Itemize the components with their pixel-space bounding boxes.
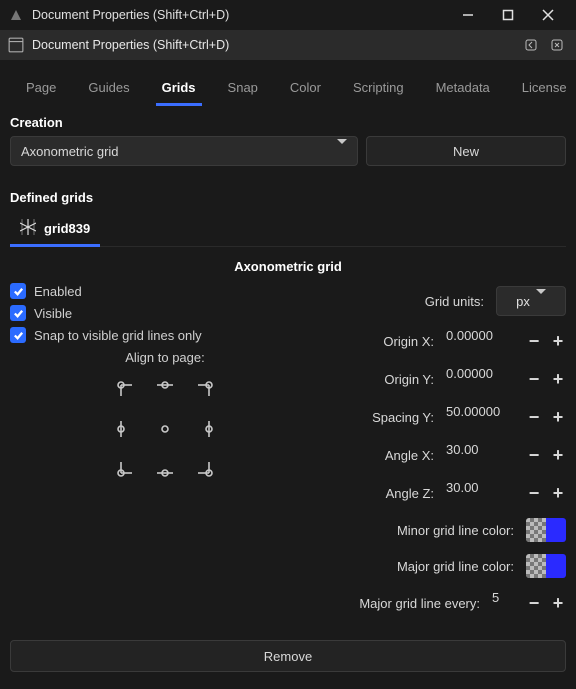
tab-row: Page Guides Grids Snap Color Scripting M… [0, 60, 576, 105]
grid-left-column: Enabled Visible Snap to visible grid lin… [10, 280, 320, 622]
chevron-down-icon [536, 294, 546, 309]
tab-metadata[interactable]: Metadata [420, 70, 506, 105]
spacing-y-input[interactable]: 50.00000 [446, 404, 516, 430]
origin-x-label: Origin X: [320, 334, 438, 349]
creation-label: Creation [0, 105, 576, 136]
creation-row: Axonometric grid New [0, 136, 576, 180]
checkmark-icon [10, 283, 26, 299]
angle-z-increment[interactable]: + [550, 480, 566, 506]
angle-x-decrement[interactable]: − [526, 442, 542, 468]
origin-y-input[interactable]: 0.00000 [446, 366, 516, 392]
snap-visible-label: Snap to visible grid lines only [34, 328, 202, 343]
visible-checkbox[interactable]: Visible [10, 302, 320, 324]
spacing-y-decrement[interactable]: − [526, 404, 542, 430]
grid-units-value: px [516, 294, 530, 309]
enabled-checkbox[interactable]: Enabled [10, 280, 320, 302]
os-window-title: Document Properties (Shift+Ctrl+D) [32, 8, 448, 22]
dialog-icon [8, 37, 24, 53]
dialog-close-icon[interactable] [546, 36, 568, 54]
align-top-left[interactable] [105, 369, 145, 409]
major-every-input[interactable]: 5 [492, 590, 516, 616]
minor-color-label: Minor grid line color: [320, 523, 518, 538]
align-top-right[interactable] [185, 369, 225, 409]
axonometric-grid-icon [20, 219, 36, 238]
minimize-button[interactable] [448, 0, 488, 30]
align-top-center[interactable] [145, 369, 185, 409]
defined-grid-tab[interactable]: grid839 [10, 211, 100, 246]
checker-icon [526, 554, 546, 578]
tab-color[interactable]: Color [274, 70, 337, 105]
defined-grid-name: grid839 [44, 221, 90, 236]
origin-y-increment[interactable]: + [550, 366, 566, 392]
align-middle-center[interactable] [145, 409, 185, 449]
angle-x-label: Angle X: [320, 448, 438, 463]
origin-x-decrement[interactable]: − [526, 328, 542, 354]
align-grid [10, 369, 320, 489]
grid-type-select[interactable]: Axonometric grid [10, 136, 358, 166]
snap-visible-checkbox[interactable]: Snap to visible grid lines only [10, 324, 320, 346]
align-middle-right[interactable] [185, 409, 225, 449]
defined-grid-tabs: grid839 [10, 211, 566, 247]
dialog-titlebar: Document Properties (Shift+Ctrl+D) [0, 30, 576, 60]
checkmark-icon [10, 305, 26, 321]
major-every-label: Major grid line every: [320, 596, 484, 611]
checker-icon [526, 518, 546, 542]
spacing-y-increment[interactable]: + [550, 404, 566, 430]
tab-grids[interactable]: Grids [146, 70, 212, 105]
grid-body: Axonometric grid Enabled Visible Snap to… [0, 247, 576, 632]
grid-units-label: Grid units: [320, 294, 488, 309]
tab-scripting[interactable]: Scripting [337, 70, 420, 105]
origin-y-decrement[interactable]: − [526, 366, 542, 392]
angle-z-label: Angle Z: [320, 486, 438, 501]
align-bottom-center[interactable] [145, 449, 185, 489]
tab-license[interactable]: License [506, 70, 576, 105]
chevron-down-icon [337, 144, 347, 159]
tab-snap[interactable]: Snap [212, 70, 274, 105]
major-color-label: Major grid line color: [320, 559, 518, 574]
grid-body-title: Axonometric grid [10, 255, 566, 280]
align-bottom-right[interactable] [185, 449, 225, 489]
angle-z-decrement[interactable]: − [526, 480, 542, 506]
defined-grids-label: Defined grids [0, 180, 576, 211]
angle-z-input[interactable]: 30.00 [446, 480, 516, 506]
close-button[interactable] [528, 0, 568, 30]
grid-type-value: Axonometric grid [21, 144, 119, 159]
enabled-label: Enabled [34, 284, 82, 299]
align-to-page-label: Align to page: [10, 346, 320, 365]
minor-color-value [546, 518, 566, 542]
maximize-button[interactable] [488, 0, 528, 30]
app-icon [8, 7, 24, 23]
angle-x-increment[interactable]: + [550, 442, 566, 468]
grid-units-select[interactable]: px [496, 286, 566, 316]
align-middle-left[interactable] [105, 409, 145, 449]
major-every-decrement[interactable]: − [526, 590, 542, 616]
checkmark-icon [10, 327, 26, 343]
remove-button[interactable]: Remove [10, 640, 566, 672]
visible-label: Visible [34, 306, 72, 321]
origin-x-increment[interactable]: + [550, 328, 566, 354]
major-color-swatch[interactable] [526, 554, 566, 578]
tab-page[interactable]: Page [10, 70, 72, 105]
spacing-y-label: Spacing Y: [320, 410, 438, 425]
dialog-title: Document Properties (Shift+Ctrl+D) [32, 38, 516, 52]
angle-x-input[interactable]: 30.00 [446, 442, 516, 468]
major-color-value [546, 554, 566, 578]
new-button[interactable]: New [366, 136, 566, 166]
os-titlebar: Document Properties (Shift+Ctrl+D) [0, 0, 576, 30]
origin-y-label: Origin Y: [320, 372, 438, 387]
tab-guides[interactable]: Guides [72, 70, 145, 105]
align-bottom-left[interactable] [105, 449, 145, 489]
major-every-increment[interactable]: + [550, 590, 566, 616]
dock-toggle-icon[interactable] [520, 36, 542, 54]
grid-right-column: Grid units: px Origin X: 0.00000 − + Ori… [320, 280, 566, 622]
minor-color-swatch[interactable] [526, 518, 566, 542]
origin-x-input[interactable]: 0.00000 [446, 328, 516, 354]
